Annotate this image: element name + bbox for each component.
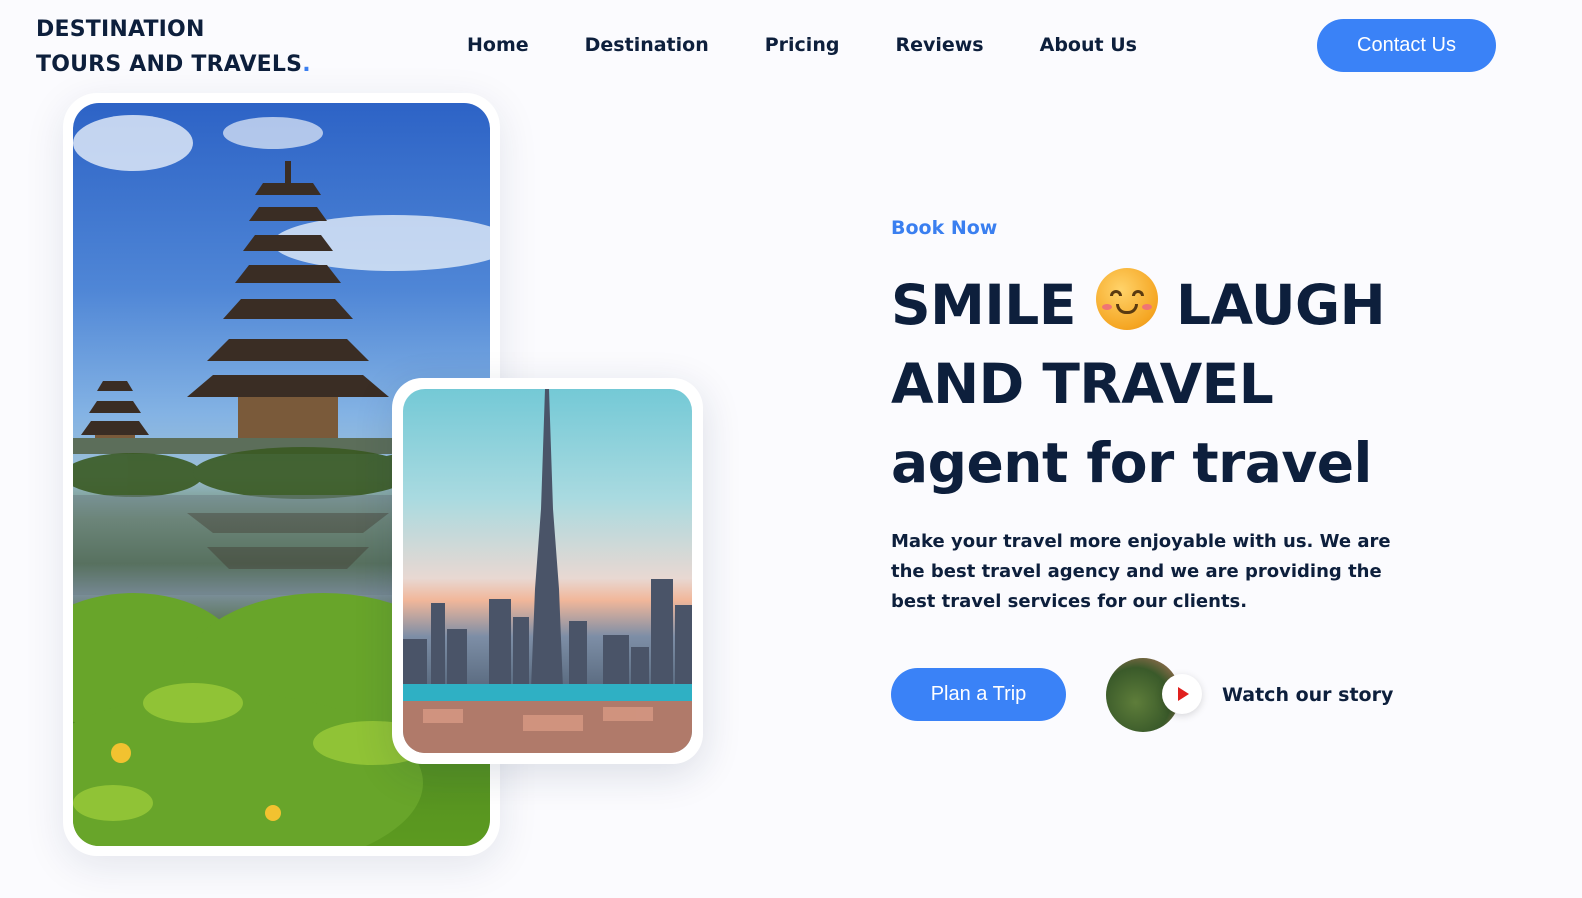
logo-line-2-text: TOURS AND TRAVELS — [36, 52, 303, 77]
nav-home[interactable]: Home — [467, 30, 529, 60]
landing-page: DESTINATION TOURS AND TRAVELS. Home Dest… — [0, 0, 1582, 898]
logo-dot: . — [302, 52, 311, 77]
watch-story-link[interactable]: Watch our story — [1106, 658, 1393, 732]
hero-description: Make your travel more enjoyable with us.… — [891, 531, 1391, 612]
play-icon[interactable] — [1162, 674, 1202, 714]
story-thumbnail[interactable] — [1106, 658, 1202, 732]
dubai-skyline-photo — [403, 389, 692, 753]
nav-pricing[interactable]: Pricing — [765, 30, 840, 60]
main-nav: Home Destination Pricing Reviews About U… — [467, 30, 1137, 60]
logo-line-1: DESTINATION — [36, 17, 205, 42]
book-now-link[interactable]: Book Now — [891, 217, 997, 239]
nav-reviews[interactable]: Reviews — [895, 30, 983, 60]
skyline-illustration — [403, 389, 692, 753]
plan-a-trip-button[interactable]: Plan a Trip — [891, 668, 1066, 721]
headline-line-3: agent for travel — [891, 431, 1372, 495]
hero-headline: SMILE LAUGH AND TRAVEL agent for travel — [891, 266, 1386, 503]
nav-about-us[interactable]: About Us — [1040, 30, 1137, 60]
headline-word-smile: SMILE — [891, 273, 1076, 337]
headline-word-laugh: LAUGH — [1175, 273, 1386, 337]
brand-logo[interactable]: DESTINATION TOURS AND TRAVELS. — [36, 12, 311, 82]
headline-line-1: SMILE LAUGH — [891, 266, 1386, 345]
nav-destination[interactable]: Destination — [585, 30, 709, 60]
headline-line-2: AND TRAVEL — [891, 352, 1274, 416]
watch-story-label[interactable]: Watch our story — [1222, 684, 1393, 706]
dubai-skyline-photo-card — [392, 378, 703, 764]
contact-us-button[interactable]: Contact Us — [1317, 19, 1496, 72]
smiling-face-icon — [1095, 268, 1158, 330]
logo-line-2: TOURS AND TRAVELS. — [36, 47, 311, 82]
